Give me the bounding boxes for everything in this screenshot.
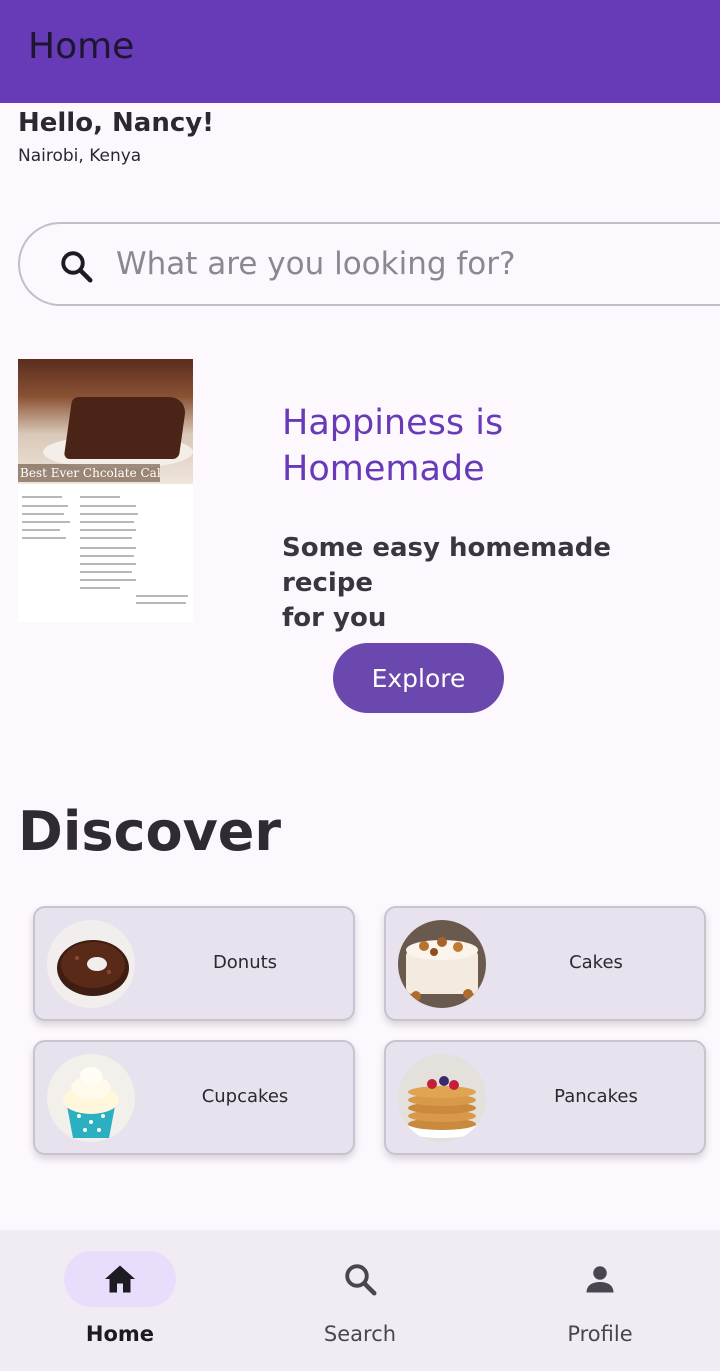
promo-subtitle-line2: for you bbox=[282, 603, 387, 633]
search-bar[interactable] bbox=[18, 222, 720, 306]
promo-recipe-image: Best Ever Chcolate Cake bbox=[18, 359, 193, 622]
category-card-pancakes[interactable]: Pancakes bbox=[384, 1040, 706, 1155]
promo-heading-line2: Homemade bbox=[282, 449, 485, 489]
category-card-donuts[interactable]: Donuts bbox=[33, 906, 355, 1021]
nav-label-profile: Profile bbox=[567, 1322, 633, 1346]
bottom-navigation: Home Search Profile bbox=[0, 1230, 720, 1371]
pancake-image bbox=[398, 1054, 486, 1142]
category-grid: Donuts Cakes Cupcakes Pancakes bbox=[18, 895, 720, 1155]
promo-heading: Happiness is Homemade bbox=[282, 400, 582, 492]
search-icon bbox=[61, 251, 93, 283]
search-input[interactable] bbox=[116, 242, 676, 286]
category-card-cupcakes[interactable]: Cupcakes bbox=[33, 1040, 355, 1155]
cake-image bbox=[398, 920, 486, 1008]
page-title: Home bbox=[28, 26, 135, 67]
cupcake-image bbox=[47, 1054, 135, 1142]
promo-subtitle-line1: Some easy homemade recipe bbox=[282, 533, 611, 598]
category-label: Donuts bbox=[212, 952, 278, 973]
home-icon bbox=[105, 1265, 135, 1293]
discover-title: Discover bbox=[18, 800, 282, 863]
user-location: Nairobi, Kenya bbox=[18, 146, 142, 166]
nav-item-search[interactable]: Search bbox=[240, 1230, 480, 1371]
explore-button[interactable]: Explore bbox=[333, 643, 504, 713]
app-bar: Home bbox=[0, 0, 720, 103]
search-icon bbox=[345, 1264, 377, 1296]
donut-image bbox=[47, 920, 135, 1008]
cake-photo: Best Ever Chcolate Cake bbox=[18, 359, 193, 484]
promo-image-caption: Best Ever Chcolate Cake bbox=[18, 464, 160, 482]
user-greeting: Hello, Nancy! bbox=[18, 108, 215, 138]
nav-item-home[interactable]: Home bbox=[0, 1230, 240, 1371]
nav-label-search: Search bbox=[323, 1322, 397, 1346]
category-label: Cakes bbox=[569, 952, 623, 973]
category-label: Cupcakes bbox=[201, 1086, 289, 1107]
nav-label-home: Home bbox=[85, 1322, 155, 1346]
nav-item-profile[interactable]: Profile bbox=[480, 1230, 720, 1371]
promo-heading-line1: Happiness is bbox=[282, 403, 504, 443]
person-icon bbox=[586, 1266, 614, 1293]
promo-subtitle: Some easy homemade recipe for you bbox=[282, 531, 662, 636]
category-label: Pancakes bbox=[554, 1086, 638, 1107]
category-card-cakes[interactable]: Cakes bbox=[384, 906, 706, 1021]
